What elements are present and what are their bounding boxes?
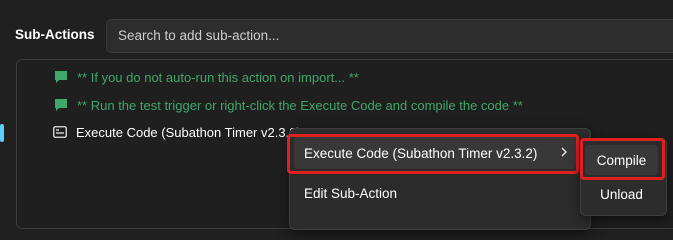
list-item[interactable]: ** If you do not auto-run this action on… (54, 64, 359, 90)
chevron-right-icon (561, 147, 567, 157)
menu-item-edit-sub-action[interactable]: Edit Sub-Action (294, 177, 576, 209)
comment-icon (55, 71, 67, 83)
menu-item-execute-code[interactable]: Execute Code (Subathon Timer v2.3.2) (294, 137, 576, 169)
section-title: Sub-Actions (15, 27, 95, 42)
comment-icon (55, 99, 67, 111)
compile-menu-item[interactable]: Compile (585, 145, 658, 175)
context-menu: Execute Code (Subathon Timer v2.3.2) Edi… (289, 128, 591, 230)
code-icon (53, 126, 67, 138)
submenu: Compile Unload (580, 138, 667, 216)
sub-actions-window: Sub-Actions Search to add sub-action... … (0, 0, 673, 230)
comment-text: ** If you do not auto-run this action on… (77, 69, 359, 85)
code-item-label: Execute Code (Subathon Timer v2.3.2) (76, 124, 301, 140)
comment-text: ** Run the test trigger or right-click t… (77, 97, 523, 113)
unload-menu-item[interactable]: Unload (585, 179, 658, 209)
search-input[interactable]: Search to add sub-action... (106, 19, 673, 53)
selection-marker (0, 124, 4, 142)
list-item[interactable]: ** Run the test trigger or right-click t… (54, 92, 523, 118)
